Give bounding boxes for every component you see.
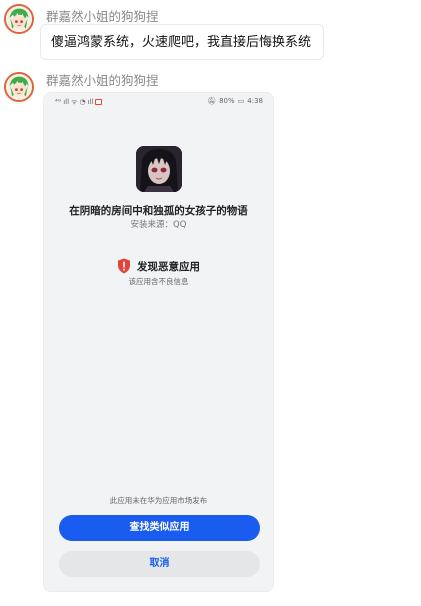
app-icon-anime-girl: [136, 146, 182, 192]
shield-warning-icon: [118, 258, 130, 274]
status-bar: ⁴ᴳ ıll ᯤ ◔ ıll 🔕︎ 80% ▭ 4:38: [44, 93, 273, 111]
notification-icon: [95, 99, 103, 105]
store-notice: 此应用未在华为应用市场发布: [109, 496, 208, 505]
find-similar-apps-button[interactable]: 查找类似应用: [59, 515, 260, 541]
message-image-screenshot[interactable]: ⁴ᴳ ıll ᯤ ◔ ıll 🔕︎ 80% ▭ 4:38 在阴暗的房间中和独孤的…: [43, 92, 274, 592]
sender-avatar-icon[interactable]: [4, 72, 34, 102]
sender-avatar-icon[interactable]: [4, 4, 34, 34]
chat-window: 群嘉然小姐的狗狗捏 傻逼鸿蒙系统，火速爬吧，我直接后悔换系统 群嘉然小姐的狗狗捏…: [0, 0, 421, 606]
battery-percent: 80%: [219, 97, 235, 105]
warning-description: 该应用含不良信息: [128, 277, 189, 286]
sender-name[interactable]: 群嘉然小姐的狗狗捏: [46, 70, 159, 89]
signal-bars-icon: ıll: [87, 98, 94, 106]
battery-icon: ▭: [237, 97, 245, 105]
wifi-icon: ᯤ: [71, 98, 78, 106]
signal-bars-icon: ıll: [63, 98, 70, 106]
install-source: 安装来源：QQ: [130, 220, 187, 230]
cancel-button[interactable]: 取消: [59, 551, 260, 577]
signal-icon: ⁴ᴳ: [55, 98, 62, 106]
message-bubble[interactable]: 傻逼鸿蒙系统，火速爬吧，我直接后悔换系统: [40, 24, 324, 60]
warning-header: 发现恶意应用: [44, 258, 273, 274]
sender-name[interactable]: 群嘉然小姐的狗狗捏: [46, 6, 159, 25]
clock-time: 4:38: [247, 97, 263, 105]
mute-icon: 🔕︎: [207, 97, 217, 105]
data-icon: ◔: [79, 98, 86, 106]
app-name: 在阴暗的房间中和独孤的女孩子的物语: [69, 205, 248, 217]
warning-title: 发现恶意应用: [137, 260, 200, 273]
